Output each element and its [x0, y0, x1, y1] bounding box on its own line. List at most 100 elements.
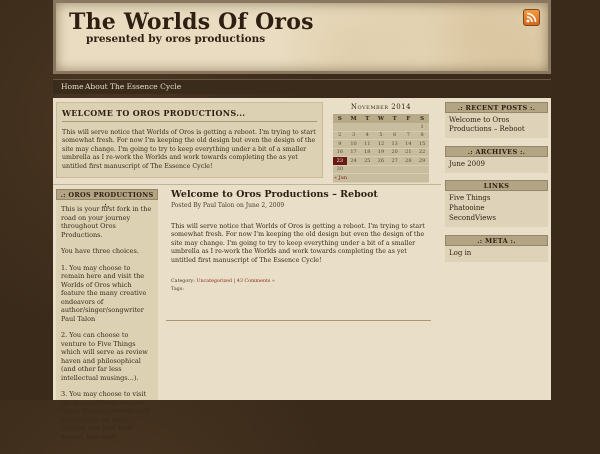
calendar-day: 11: [360, 139, 375, 149]
meta-title: .: META :.: [445, 235, 548, 246]
calendar-day: [333, 123, 347, 132]
site-subtitle: presented by oros productions: [86, 33, 266, 45]
welcome-text: This will serve notice that Worlds of Or…: [62, 129, 316, 170]
tags-label: Tags:: [171, 287, 184, 293]
nav-home[interactable]: Home: [61, 82, 84, 91]
links-title: LINKS: [445, 180, 548, 191]
category-label: Category:: [171, 279, 195, 285]
calendar-day: [401, 165, 416, 174]
calendar-day: 7: [401, 131, 416, 140]
calendar-day-header: S: [415, 114, 429, 123]
login-link[interactable]: Log in: [449, 249, 544, 258]
footer-separator: |: [233, 279, 236, 285]
main-nav: Home About The Essence Cycle: [53, 79, 551, 94]
calendar-day: 30: [333, 165, 347, 174]
post-meta: Posted By Paul Talon on June 2, 2009: [171, 202, 285, 209]
archives-widget: .: ARCHIVES :. June 2009: [445, 146, 548, 173]
calendar-day: [387, 123, 402, 132]
archive-link[interactable]: June 2009: [449, 160, 544, 169]
calendar-day: 2: [333, 131, 347, 140]
choice-three-paragraph: 3. You may choose to visit the SecondVie…: [61, 390, 149, 441]
calendar-day: 23: [333, 156, 347, 166]
calendar-day: 4: [360, 131, 375, 140]
calendar-day-header: S: [333, 114, 347, 123]
calendar-day: 20: [387, 148, 402, 157]
calendar-day: 28: [401, 156, 416, 166]
welcome-divider: [62, 121, 317, 122]
calendar-day: 19: [374, 148, 388, 157]
calendar-day-header: W: [374, 114, 388, 123]
calendar-day: 24: [346, 156, 361, 166]
recent-posts-title: .: RECENT POSTS :.: [445, 102, 548, 113]
calendar-day: 1: [415, 123, 429, 132]
calendar-day: 17: [346, 148, 361, 157]
calendar-day: [360, 123, 375, 132]
post-footer: Category: Uncategorized | 43 Comments » …: [171, 278, 433, 294]
intro-paragraph: This is your first fork in the road on y…: [61, 205, 152, 239]
calendar-day: [401, 123, 416, 132]
link-secondviews[interactable]: SecondViews: [449, 214, 544, 223]
link-phatooine[interactable]: Phatooine: [449, 204, 544, 213]
nav-essence-cycle[interactable]: The Essence Cycle: [110, 82, 181, 91]
calendar-day-header: T: [387, 114, 402, 123]
site-title[interactable]: The Worlds Of Oros: [69, 9, 314, 35]
calendar-day: 27: [387, 156, 402, 166]
oros-productions-title: .: OROS PRODUCTIONS :.: [56, 189, 158, 209]
calendar-day: 9: [333, 139, 347, 149]
calendar-day: [346, 165, 361, 174]
blog-post: Welcome to Oros Productions – Reboot Pos…: [166, 189, 433, 321]
calendar-day: [387, 165, 402, 174]
archives-title: .: ARCHIVES :.: [445, 146, 548, 157]
calendar-day: 22: [415, 148, 429, 157]
calendar-day: [360, 165, 375, 174]
calendar-day: 25: [360, 156, 375, 166]
choice-one-paragraph: 1. You may choose to remain here and vis…: [61, 263, 147, 323]
calendar-day: 26: [374, 156, 388, 166]
post-body: This will serve notice that Worlds of Or…: [171, 223, 425, 264]
choice-two-paragraph: 2. You can choose to venture to Five Thi…: [61, 331, 148, 382]
calendar-grid: SMTWTFS 1 2 3 4 5 6 7 8 9 10 11 12 13 14 15 16 17 18 19 20 2…: [333, 114, 429, 183]
calendar-day-header: T: [360, 114, 375, 123]
post-divider: [166, 320, 431, 321]
rss-icon[interactable]: [523, 9, 540, 26]
calendar-day: [374, 123, 388, 132]
recent-posts-widget: .: RECENT POSTS :. Welcome to Oros Produ…: [445, 102, 548, 138]
category-link[interactable]: Uncategorized: [196, 279, 232, 284]
calendar-day: 6: [387, 131, 402, 140]
calendar-day: 12: [374, 139, 388, 149]
calendar-title: November 2014: [350, 103, 412, 111]
link-five-things[interactable]: Five Things: [449, 194, 544, 203]
choices-paragraph: You have three choices.: [61, 247, 139, 255]
calendar-day: 14: [401, 139, 416, 149]
content-area: WELCOME TO OROS PRODUCTIONS... This will…: [53, 98, 551, 441]
calendar-day: 15: [415, 139, 429, 149]
calendar-day-header: F: [401, 114, 416, 123]
calendar-day: 21: [401, 148, 416, 157]
calendar-day: 5: [374, 131, 388, 140]
calendar-day: 8: [415, 131, 429, 140]
section-divider: [53, 184, 441, 185]
calendar-day: 3: [346, 131, 361, 140]
post-title[interactable]: Welcome to Oros Productions – Reboot: [171, 189, 433, 200]
calendar-day: 18: [360, 148, 375, 157]
site-header: The Worlds Of Oros presented by oros pro…: [53, 0, 551, 74]
calendar-day: 13: [387, 139, 402, 149]
calendar-day: 29: [415, 156, 429, 166]
recent-post-link[interactable]: Welcome to Oros Productions – Reboot: [449, 116, 544, 134]
calendar-day: [374, 165, 388, 174]
calendar-day: [415, 165, 429, 174]
welcome-box: WELCOME TO OROS PRODUCTIONS... This will…: [56, 102, 323, 178]
page-frame: The Worlds Of Oros presented by oros pro…: [53, 0, 551, 441]
calendar-day: [346, 123, 361, 132]
calendar: November 2014 SMTWTFS 1 2 3 4 5 6 7 8 9 10 11 12 13 1…: [333, 102, 429, 186]
welcome-heading: WELCOME TO OROS PRODUCTIONS...: [62, 108, 246, 118]
calendar-day: 16: [333, 148, 347, 157]
comments-link[interactable]: 43 Comments »: [237, 279, 275, 284]
meta-widget: .: META :. Log in: [445, 235, 548, 262]
calendar-day: 10: [346, 139, 361, 149]
links-widget: LINKS Five Things Phatooine SecondViews: [445, 180, 548, 227]
oros-productions-widget: .: OROS PRODUCTIONS :. This is your firs…: [56, 189, 158, 441]
calendar-prev-link[interactable]: « Jun: [333, 173, 429, 183]
calendar-day-header: M: [346, 114, 361, 123]
nav-about[interactable]: About: [85, 82, 108, 91]
